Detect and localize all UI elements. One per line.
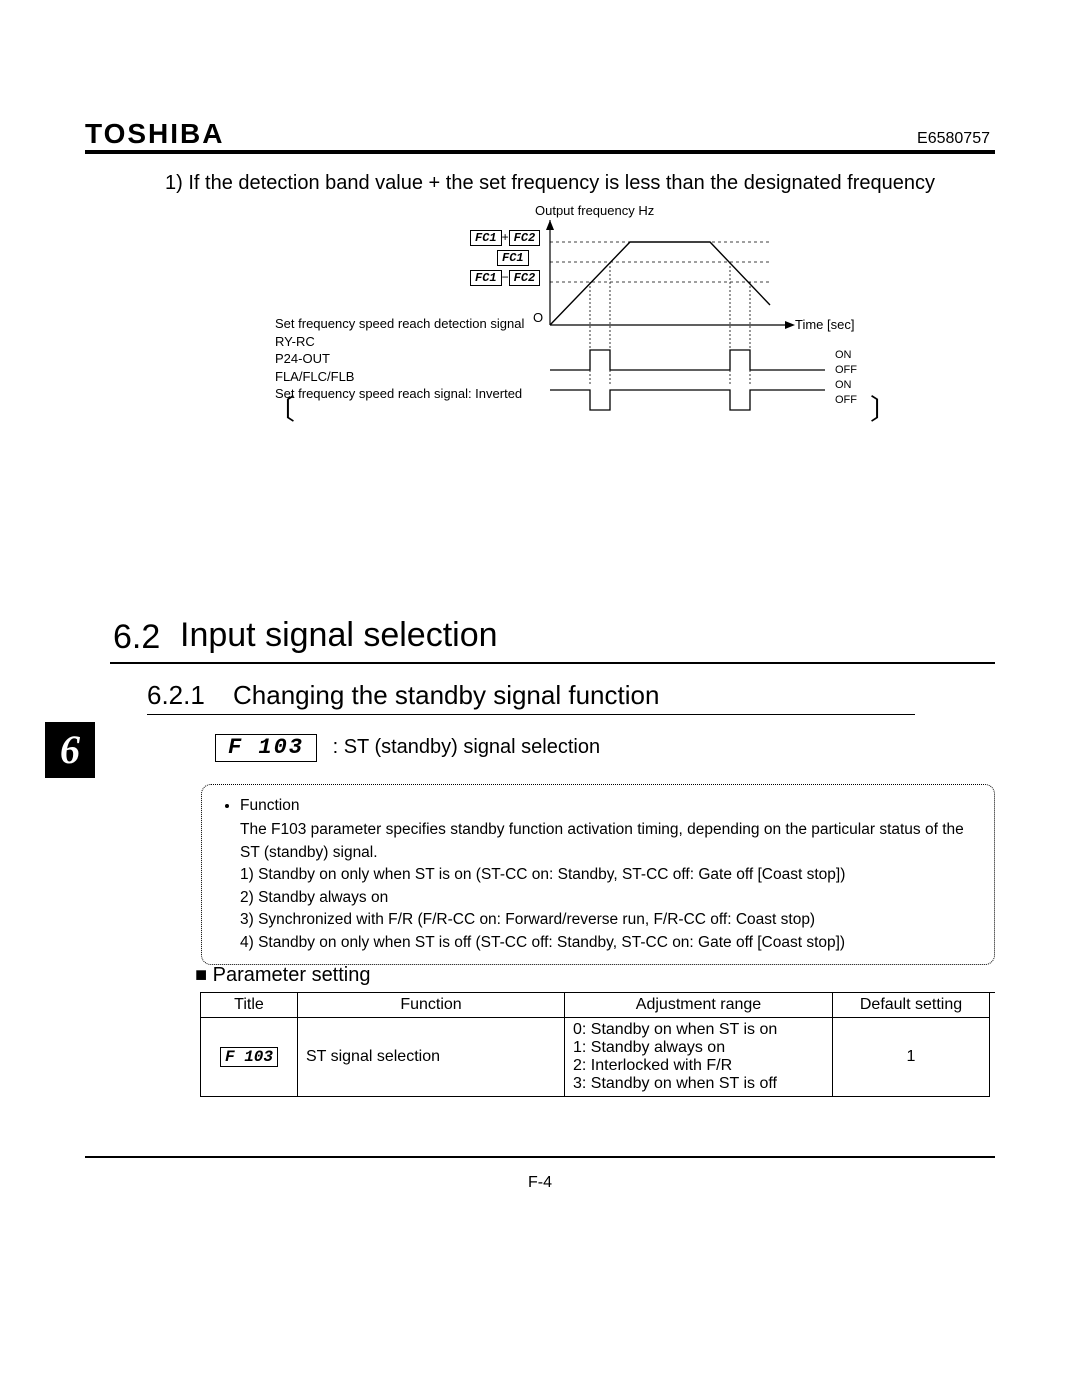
document-number: E6580757 [917,130,990,148]
range-1: 1: Standby always on [573,1039,824,1057]
td-title: F 103 [201,1018,298,1097]
page: TOSHIBA E6580757 1) If the detection ban… [0,0,1080,1397]
y-level-fc1: FC1 [497,250,529,266]
bracket-right-icon: 〕 [870,388,898,428]
td-function: ST signal selection [298,1018,565,1097]
th-default: Default setting [833,993,990,1018]
parameter-table: Title Function Adjustment range Default … [200,992,990,1097]
function-item-2: 2) Standby always on [240,887,980,909]
brand-logo: TOSHIBA [85,118,225,150]
range-2: 2: Interlocked with F/R [573,1057,824,1075]
intro-item-number: 1) [165,172,183,194]
content-body: 1) If the detection band value + the set… [85,170,995,403]
range-0: 0: Standby on when ST is on [573,1021,824,1039]
function-item-4: 4) Standby on only when ST is off (ST-CC… [240,932,980,954]
parameter-code-display: F 103 [215,734,317,762]
range-3: 3: Standby on when ST is off [573,1075,824,1093]
td-default: 1 [833,1018,990,1097]
section-number: 6.2 [113,618,160,657]
subsection-title: Changing the standby signal function [233,680,659,711]
function-item-1: 1) Standby on only when ST is on (ST-CC … [240,864,980,886]
subsection-rule [147,714,915,715]
intro-text: If the detection band value + the set fr… [188,172,935,194]
sig1-on: ON [835,348,857,363]
td-title-code: F 103 [220,1047,278,1067]
chapter-tab: 6 [45,722,95,778]
y-level-fc1-minus-fc2: FC1−FC2 [470,270,540,286]
figure-x-axis-label: Time [sec] [795,317,854,332]
function-box: Function The F103 parameter specifies st… [201,784,995,965]
function-item-3: 3) Synchronized with F/R (F/R-CC on: For… [240,909,980,931]
parameter-code-line: F 103 : ST (standby) signal selection [215,734,600,762]
figure-y-axis-label: Output frequency Hz [535,203,654,218]
function-description: The F103 parameter specifies standby fun… [240,819,980,864]
subsection-number: 6.2.1 [147,680,205,711]
figure-onoff-labels: ON OFF ON OFF [835,348,857,407]
parameter-code-label: : ST (standby) signal selection [333,736,601,758]
table-row: F 103 ST signal selection 0: Standby on … [201,1018,990,1097]
th-range: Adjustment range [565,993,833,1018]
footer-rule [85,1156,995,1158]
header-rule [85,150,995,154]
section-title: Input signal selection [180,616,498,655]
frequency-figure: Output frequency Hz FC1+FC2 FC1 FC1−FC2 … [275,215,995,403]
th-title: Title [201,993,298,1018]
parameter-setting-heading: ■ Parameter setting [195,964,371,987]
function-heading: Function [240,795,980,817]
y-level-fc1-plus-fc2: FC1+FC2 [470,230,540,246]
section-rule [110,662,995,664]
td-range: 0: Standby on when ST is on 1: Standby a… [565,1018,833,1097]
sig2-on: ON [835,378,857,393]
sig1-off: OFF [835,363,857,378]
page-number: F-4 [0,1174,1080,1192]
bracket-left-icon: 〔 [267,388,295,428]
table-header-row: Title Function Adjustment range Default … [201,993,990,1018]
intro-paragraph: 1) If the detection band value + the set… [165,170,995,197]
th-function: Function [298,993,565,1018]
sig2-off: OFF [835,393,857,408]
